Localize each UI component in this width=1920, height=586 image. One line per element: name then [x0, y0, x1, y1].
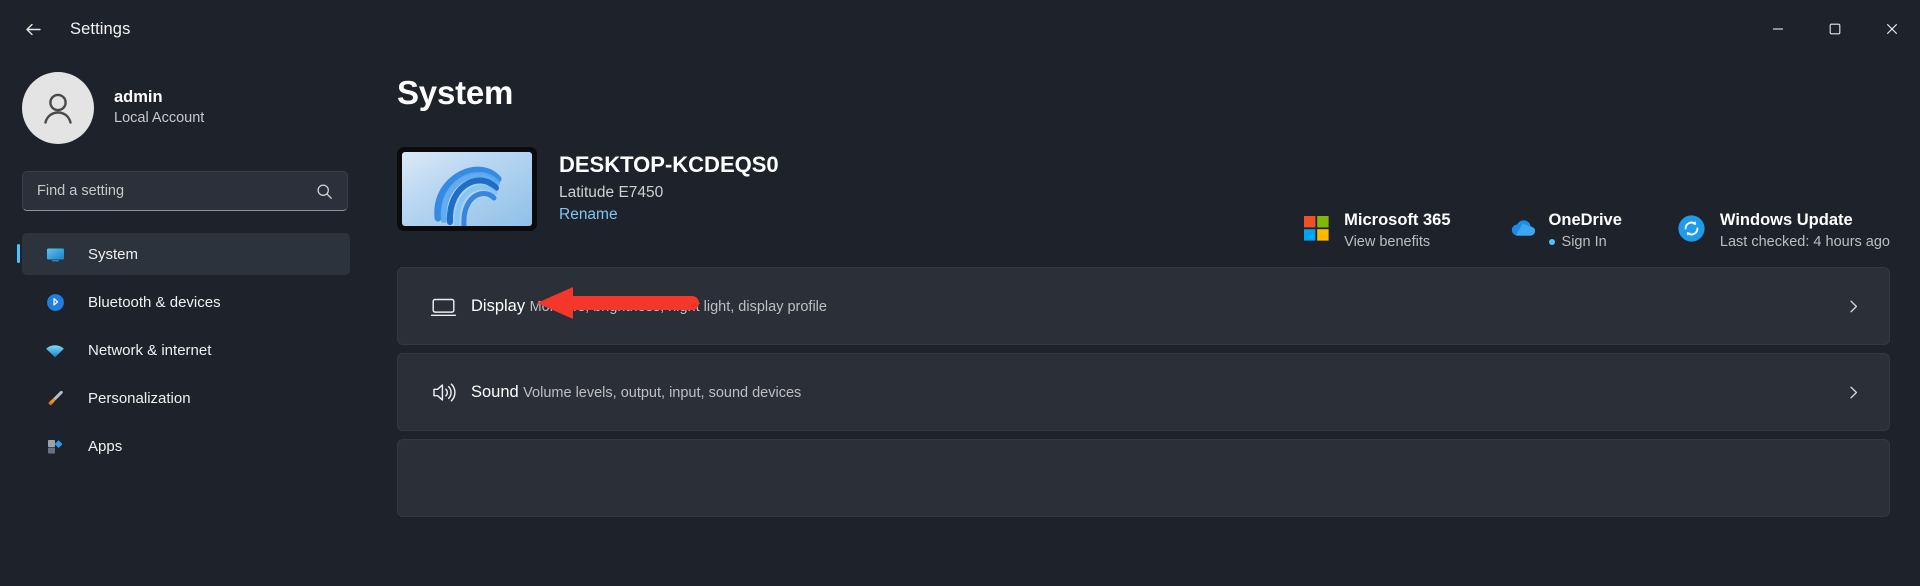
- quick-link-microsoft-365[interactable]: Microsoft 365 View benefits: [1302, 210, 1450, 250]
- quick-link-subtitle: View benefits: [1344, 234, 1450, 250]
- quick-link-subtitle: Last checked: 4 hours ago: [1720, 234, 1890, 250]
- quick-link-subtitle-text: Last checked: 4 hours ago: [1720, 234, 1890, 250]
- quick-link-subtitle-text: View benefits: [1344, 234, 1430, 250]
- sidebar-item-label: Apps: [88, 438, 122, 455]
- onedrive-cloud-icon: [1507, 214, 1535, 242]
- settings-window: Settings admin Local Accoun: [0, 0, 1920, 586]
- minimize-button[interactable]: [1749, 0, 1806, 58]
- back-button[interactable]: [12, 8, 54, 50]
- sidebar-item-label: Personalization: [88, 390, 191, 407]
- quick-link-title: Microsoft 365: [1344, 211, 1450, 229]
- settings-row-text: Sound Volume levels, output, input, soun…: [471, 381, 801, 403]
- sidebar-item-bluetooth-devices[interactable]: Bluetooth & devices: [22, 281, 350, 323]
- sidebar: admin Local Account: [0, 58, 372, 586]
- bluetooth-icon: [44, 293, 66, 312]
- search-input[interactable]: [23, 183, 316, 199]
- sidebar-nav: System Bluetooth & devices: [0, 233, 372, 467]
- quick-link-onedrive[interactable]: OneDrive Sign In: [1507, 210, 1622, 250]
- settings-row-subtitle: Monitors, brightness, night light, displ…: [530, 299, 827, 315]
- maximize-button[interactable]: [1806, 0, 1863, 58]
- settings-row-partial[interactable]: [397, 439, 1890, 517]
- sidebar-item-network-internet[interactable]: Network & internet: [22, 329, 350, 371]
- device-name: DESKTOP-KCDEQS0: [559, 151, 779, 179]
- settings-row-title: Sound: [471, 383, 519, 401]
- account-type: Local Account: [114, 108, 204, 129]
- settings-list: Display Monitors, brightness, night ligh…: [397, 267, 1890, 517]
- quick-link-subtitle-text: Sign In: [1562, 234, 1607, 250]
- status-dot: [1549, 239, 1555, 245]
- wallpaper-preview: [402, 152, 532, 226]
- monitor-icon: [44, 245, 66, 264]
- device-info: DESKTOP-KCDEQS0 Latitude E7450 Rename: [559, 147, 779, 224]
- settings-row-display[interactable]: Display Monitors, brightness, night ligh…: [397, 267, 1890, 345]
- quick-link-text: OneDrive Sign In: [1549, 210, 1622, 250]
- quick-link-text: Microsoft 365 View benefits: [1344, 210, 1450, 250]
- settings-row-sound[interactable]: Sound Volume levels, output, input, soun…: [397, 353, 1890, 431]
- sidebar-item-apps[interactable]: Apps: [22, 425, 350, 467]
- account-block[interactable]: admin Local Account: [22, 72, 372, 144]
- wifi-icon: [44, 341, 66, 360]
- quick-link-title: Windows Update: [1720, 211, 1853, 229]
- windows-update-refresh-icon: [1678, 214, 1706, 242]
- sidebar-item-personalization[interactable]: Personalization: [22, 377, 350, 419]
- quick-links: Microsoft 365 View benefits OneDrive: [1302, 210, 1890, 250]
- title-bar: Settings: [0, 0, 1920, 58]
- display-monitor-icon: [421, 293, 465, 320]
- quick-link-title: OneDrive: [1549, 211, 1622, 229]
- sidebar-item-label: System: [88, 246, 138, 263]
- close-button[interactable]: [1863, 0, 1920, 58]
- page-title: System: [397, 74, 1920, 112]
- main-content: System DESKTOP-KCDEQS0: [372, 58, 1920, 586]
- chevron-right-icon: [1846, 385, 1861, 400]
- microsoft-logo-icon: [1302, 214, 1330, 242]
- settings-row-title: Display: [471, 297, 525, 315]
- app-title: Settings: [70, 20, 130, 39]
- settings-row-text: Display Monitors, brightness, night ligh…: [471, 295, 827, 317]
- search-box[interactable]: [22, 171, 348, 211]
- paintbrush-icon: [44, 389, 66, 408]
- sidebar-item-system[interactable]: System: [22, 233, 350, 275]
- window-controls: [1749, 0, 1920, 58]
- device-thumbnail: [397, 147, 537, 231]
- account-text: admin Local Account: [114, 87, 204, 129]
- rename-link[interactable]: Rename: [559, 206, 618, 224]
- settings-row-subtitle: Volume levels, output, input, sound devi…: [523, 385, 801, 401]
- account-name: admin: [114, 87, 204, 108]
- avatar: [22, 72, 94, 144]
- sidebar-item-label: Network & internet: [88, 342, 211, 359]
- chevron-right-icon: [1846, 299, 1861, 314]
- apps-icon: [44, 437, 66, 456]
- device-model: Latitude E7450: [559, 184, 779, 202]
- quick-link-windows-update[interactable]: Windows Update Last checked: 4 hours ago: [1678, 210, 1890, 250]
- speaker-icon: [421, 379, 465, 406]
- search-icon: [316, 183, 333, 200]
- sidebar-item-label: Bluetooth & devices: [88, 294, 221, 311]
- quick-link-text: Windows Update Last checked: 4 hours ago: [1720, 210, 1890, 250]
- quick-link-subtitle: Sign In: [1549, 234, 1622, 250]
